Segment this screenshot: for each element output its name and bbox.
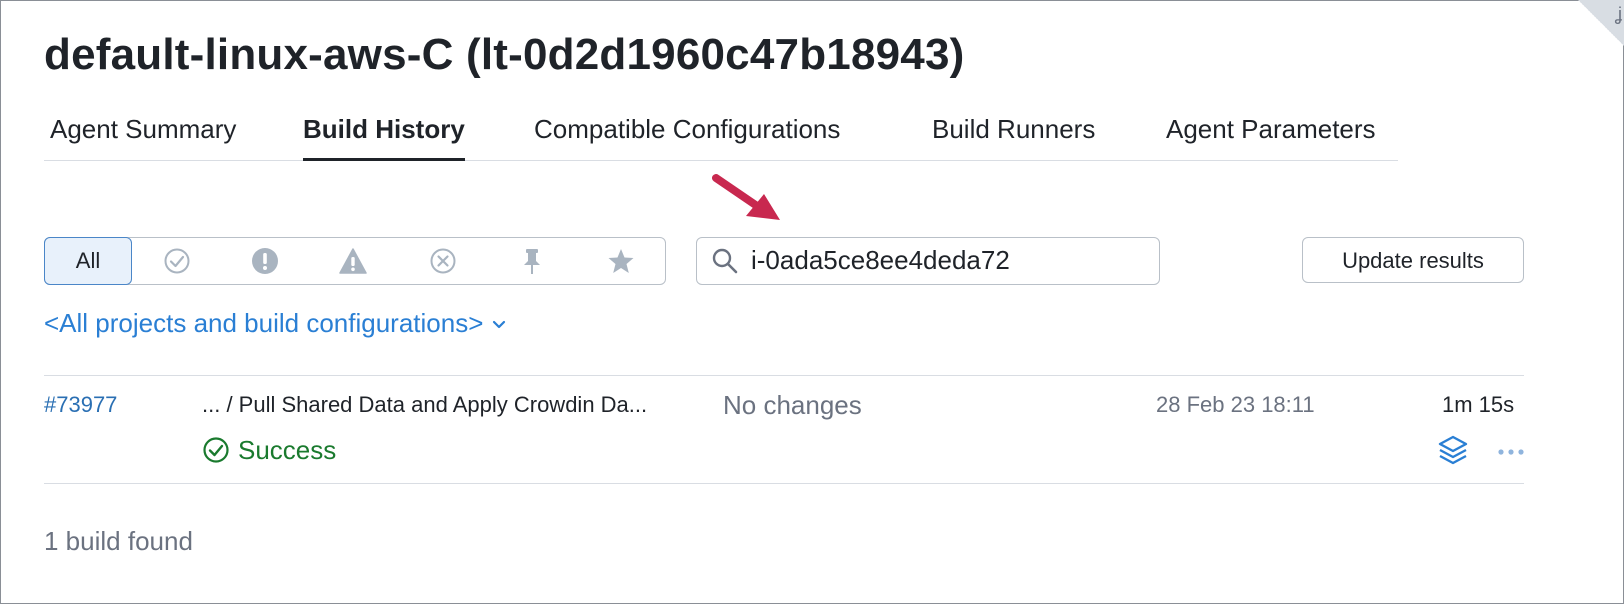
tab-compatible-configurations[interactable]: Compatible Configurations [534,114,840,158]
chevron-down-icon [492,321,505,329]
build-status-filter: All [44,237,666,285]
build-duration: 1m 15s [1442,392,1515,417]
tab-build-runners[interactable]: Build Runners [932,114,1095,158]
search-box [696,237,1160,285]
more-actions-icon[interactable] [1497,448,1525,456]
build-number-link[interactable]: #73977 [44,392,117,418]
divider [44,483,1524,484]
tab-bar: Agent Summary Build History Compatible C… [44,112,1398,161]
artifacts-layers-icon[interactable] [1437,434,1469,466]
build-status-text: Success [238,434,337,465]
pinned-filter-icon[interactable] [518,247,546,275]
success-icon [203,437,229,463]
window-frame [0,0,1624,604]
corner-glyph: ʝ [1614,4,1622,24]
corner-badge: ʝ [1578,0,1624,46]
success-filter-icon[interactable] [163,247,191,275]
failed-filter-icon[interactable] [429,247,457,275]
tab-build-history[interactable]: Build History [303,114,465,161]
starred-filter-icon[interactable] [607,247,635,275]
search-input[interactable] [751,244,1141,276]
changes-link[interactable]: No changes [723,390,862,421]
projects-filter-dropdown[interactable]: <All projects and build configurations> [44,308,507,339]
build-configuration-link[interactable]: ... / Pull Shared Data and Apply Crowdin… [202,392,647,418]
build-count-summary: 1 build found [44,526,193,556]
error-filter-icon[interactable] [251,247,279,275]
tab-agent-parameters[interactable]: Agent Parameters [1166,114,1376,158]
update-results-button[interactable]: Update results [1302,237,1524,283]
tab-agent-summary[interactable]: Agent Summary [50,114,236,158]
projects-filter-label: <All projects and build configurations> [44,308,484,338]
divider [44,375,1524,376]
warning-filter-icon[interactable] [339,247,367,275]
build-date: 28 Feb 23 18:11 [1156,392,1315,417]
filter-all-button[interactable]: All [44,237,132,285]
build-status[interactable]: Success [202,434,336,466]
search-icon [712,248,738,274]
annotation-arrow-icon [712,174,780,220]
page-title: default-linux-aws-C (lt-0d2d1960c47b1894… [44,30,965,79]
